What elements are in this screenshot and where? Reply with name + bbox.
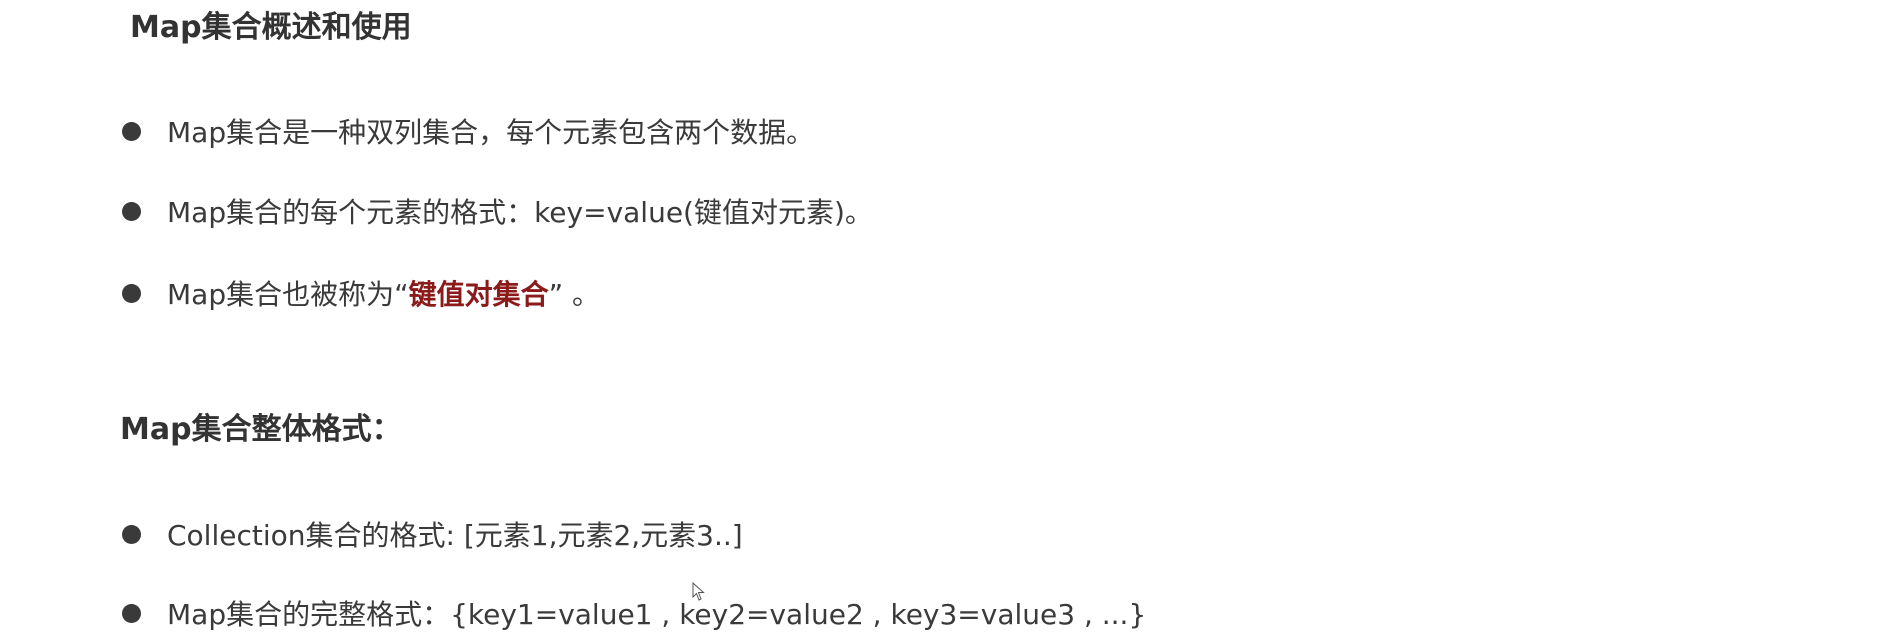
bullet-dot-icon <box>122 524 141 544</box>
mouse-cursor-icon <box>692 582 705 601</box>
list-item-text: Map集合也被称为“键值对集合” 。 <box>167 273 600 313</box>
list-item-text-suffix: ” 。 <box>548 278 601 311</box>
page-title: Map集合概述和使用 <box>130 10 412 45</box>
bullet-dot-icon <box>122 603 141 623</box>
list-item-text: Map集合的完整格式：{key1=value1 , key2=value2 , … <box>167 598 1147 631</box>
bullet-dot-icon <box>122 201 141 221</box>
list-item-text: Collection集合的格式: [元素1,元素2,元素3..] <box>167 519 743 552</box>
list-item-element-format: Map集合的每个元素的格式：key=value(键值对元素)。 <box>122 191 873 231</box>
list-item-text: Map集合的每个元素的格式：key=value(键值对元素)。 <box>167 196 873 229</box>
list-item-double-column: Map集合是一种双列集合，每个元素包含两个数据。 <box>122 111 814 151</box>
list-item-map-format: Map集合的完整格式：{key1=value1 , key2=value2 , … <box>122 593 1146 633</box>
bullet-dot-icon <box>122 121 141 141</box>
list-item-collection-format: Collection集合的格式: [元素1,元素2,元素3..] <box>122 514 743 554</box>
bullet-dot-icon <box>122 283 141 303</box>
highlighted-term: 键值对集合 <box>408 278 549 311</box>
list-item-text-prefix: Map集合也被称为“ <box>167 278 409 311</box>
section-heading: Map集合整体格式： <box>120 412 402 447</box>
list-item-key-value-collection: Map集合也被称为“键值对集合” 。 <box>122 273 600 313</box>
list-item-text: Map集合是一种双列集合，每个元素包含两个数据。 <box>167 116 815 149</box>
